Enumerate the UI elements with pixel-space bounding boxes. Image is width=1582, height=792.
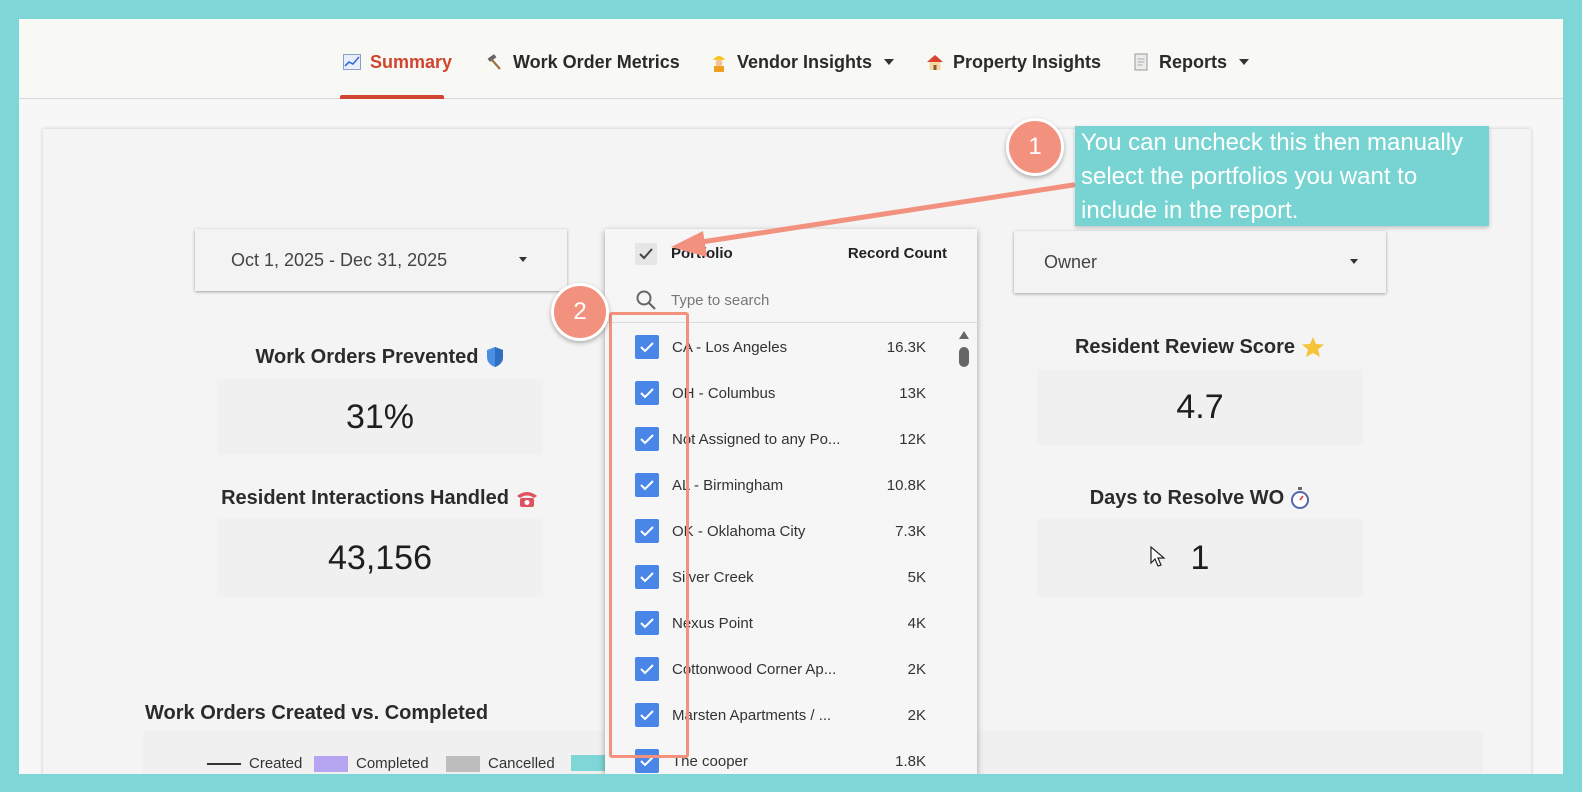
portfolio-scrollbar[interactable]	[957, 327, 971, 774]
legend-completed-label: Completed	[356, 755, 429, 772]
date-range-value: Oct 1, 2025 - Dec 31, 2025	[231, 249, 448, 270]
portfolio-count: 7.3K	[895, 522, 926, 540]
kpi-interactions-title: Resident Interactions Handled	[217, 485, 543, 511]
scroll-up-icon[interactable]	[959, 331, 969, 339]
chart-icon	[342, 52, 362, 72]
record-count-header[interactable]: Record Count	[848, 245, 947, 262]
active-tab-indicator	[340, 95, 444, 99]
legend-cancelled-label: Cancelled	[488, 755, 555, 772]
owner-select[interactable]: Owner	[1014, 231, 1386, 293]
app-frame: Summary Work Order Metrics Vendor Insigh…	[19, 19, 1563, 774]
checkmark-icon	[639, 248, 653, 260]
star-icon	[1302, 337, 1325, 357]
tab-property-insights[interactable]: Property Insights	[925, 47, 1101, 77]
chart-section-title: Work Orders Created vs. Completed	[145, 702, 489, 724]
telephone-icon	[516, 492, 537, 507]
chevron-down-icon	[884, 59, 895, 65]
portfolio-count: 16.3K	[886, 338, 926, 356]
tab-work-order-metrics-label: Work Order Metrics	[513, 51, 680, 72]
portfolio-count: 10.8K	[886, 476, 926, 494]
portfolio-count: 5K	[907, 568, 926, 586]
legend-cancelled-swatch	[446, 755, 480, 772]
portfolio-name: OK - Oklahoma City	[672, 522, 806, 540]
portfolio-search-input[interactable]	[671, 289, 931, 311]
legend-cancelled: Cancelled	[446, 755, 555, 772]
portfolio-header: Portfolio Record Count	[605, 229, 977, 279]
shield-icon	[486, 347, 503, 367]
step-badge-2: 2	[551, 283, 609, 341]
legend-completed: Completed	[314, 755, 429, 772]
portfolio-name: Marsten Apartments / ...	[672, 706, 832, 724]
portfolio-count: 13K	[899, 384, 926, 402]
scroll-thumb[interactable]	[959, 347, 969, 367]
kpi-days-value: 1	[1037, 519, 1363, 597]
tab-vendor-insights[interactable]: Vendor Insights	[709, 47, 895, 77]
portfolio-count: 4K	[907, 614, 926, 632]
kpi-interactions-value: 43,156	[217, 519, 543, 597]
kpi-prevented-value: 31%	[217, 379, 543, 455]
tab-summary[interactable]: Summary	[342, 47, 452, 77]
tutorial-callout: You can uncheck this then manually selec…	[1075, 126, 1489, 226]
stopwatch-icon	[1291, 487, 1310, 509]
kpi-interactions-label: Resident Interactions Handled	[221, 486, 509, 509]
tab-work-order-metrics[interactable]: Work Order Metrics	[485, 47, 680, 77]
legend-other-swatch	[571, 755, 605, 771]
mouse-cursor-icon	[1150, 546, 1166, 567]
worker-icon	[709, 52, 729, 72]
tab-reports-label: Reports	[1159, 51, 1228, 72]
portfolio-name: CA - Los Angeles	[672, 338, 788, 356]
date-range-select[interactable]: Oct 1, 2025 - Dec 31, 2025	[195, 229, 567, 291]
tab-property-insights-label: Property Insights	[953, 51, 1102, 72]
legend-other	[571, 755, 605, 771]
top-nav: Summary Work Order Metrics Vendor Insigh…	[19, 19, 1563, 99]
legend-line-swatch	[207, 762, 241, 765]
tab-reports[interactable]: Reports	[1131, 47, 1250, 77]
tab-vendor-insights-label: Vendor Insights	[737, 51, 873, 72]
kpi-review-value: 4.7	[1037, 369, 1363, 445]
portfolio-count: 2K	[907, 660, 926, 678]
portfolio-count: 1.8K	[895, 752, 926, 770]
legend-created-label: Created	[249, 755, 303, 772]
kpi-review-title: Resident Review Score	[1037, 334, 1363, 360]
kpi-days-label: Days to Resolve WO	[1089, 486, 1285, 509]
step-badge-1: 1	[1006, 118, 1064, 176]
legend-completed-swatch	[314, 755, 348, 772]
document-icon	[1131, 52, 1151, 72]
legend-created: Created	[207, 755, 302, 772]
portfolio-name: Not Assigned to any Po...	[672, 430, 841, 448]
kpi-days-title: Days to Resolve WO	[1037, 485, 1363, 511]
kpi-prevented-label: Work Orders Prevented	[255, 345, 479, 368]
kpi-review-label: Resident Review Score	[1074, 335, 1296, 358]
house-icon	[925, 52, 945, 72]
portfolio-name: Cottonwood Corner Ap...	[672, 660, 837, 678]
kpi-prevented-title: Work Orders Prevented	[217, 344, 543, 370]
tab-summary-label: Summary	[370, 51, 453, 72]
portfolio-count: 2K	[907, 706, 926, 724]
portfolio-header-label: Portfolio	[671, 245, 733, 262]
select-all-checkbox[interactable]	[635, 243, 657, 265]
dropdown-arrow-icon	[519, 257, 527, 262]
owner-value: Owner	[1044, 251, 1098, 272]
dropdown-arrow-icon	[1350, 259, 1358, 264]
checkbox-highlight-box	[609, 312, 689, 758]
hammer-icon	[485, 52, 505, 72]
chevron-down-icon	[1239, 59, 1250, 65]
portfolio-count: 12K	[899, 430, 926, 448]
